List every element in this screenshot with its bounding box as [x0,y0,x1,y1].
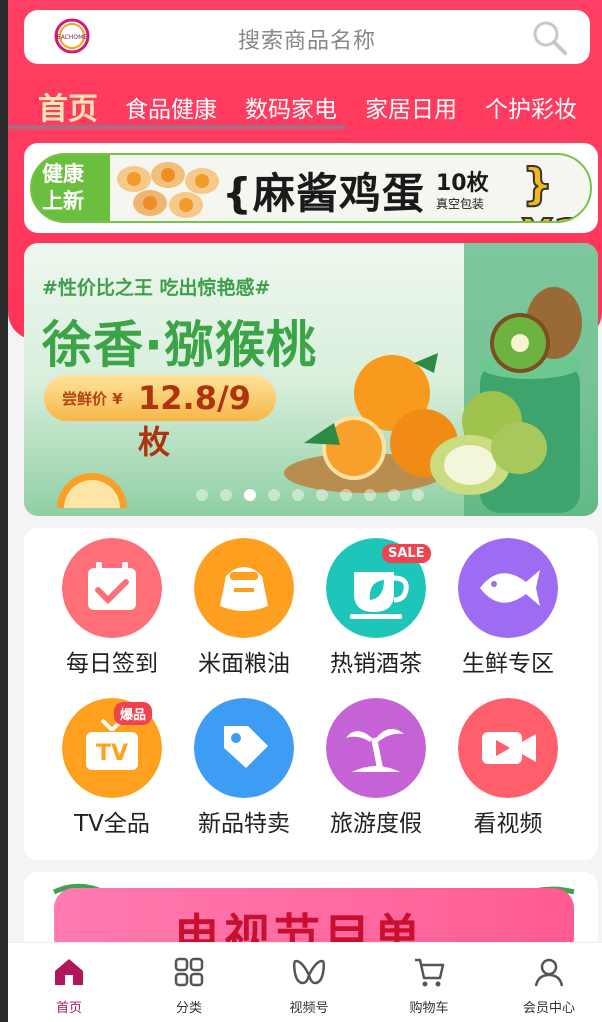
carousel-price-label: 尝鲜价 ¥ [62,390,123,408]
tab-personal-care[interactable]: 个护彩妆 [485,90,577,124]
tabbar-label: 会员中心 [522,1001,575,1016]
carousel-dot[interactable] [412,489,424,501]
app-screen: EACHOME 搜索商品名称 首页 食品健康 数码家电 家居日用 个护彩妆 健康… [8,0,602,1022]
carousel-dot[interactable] [388,489,400,501]
search-icon[interactable] [530,18,570,58]
grid-item-rice-oil[interactable]: 米面粮油 [180,538,300,688]
grid-label: 看视频 [473,811,543,837]
tabbar-home[interactable]: 首页 [8,943,128,1022]
carousel-dot[interactable] [244,489,256,501]
carousel-banner[interactable]: #性价比之王 吃出惊艳感# 徐香·猕猴桃 尝鲜价 ¥ 12.8/9枚 [24,243,598,516]
carousel-dot[interactable] [292,489,304,501]
sale-badge: SALE [382,544,431,563]
tab-underline [8,125,346,129]
video-play-icon [458,698,558,798]
grid-item-new-sale[interactable]: 新品特卖 [180,698,300,848]
grid-label: 米面粮油 [198,651,290,677]
calendar-check-icon [62,538,162,638]
tabbar-label: 分类 [175,1001,202,1016]
grid-icon [174,957,204,987]
tv-program-banner[interactable]: 电视节目单 [24,872,598,952]
grid-label: 新品特卖 [198,811,290,837]
grid-item-video[interactable]: 看视频 [444,698,564,848]
user-icon [534,958,564,987]
home-icon [55,959,83,985]
promo-tag-line2: 上新 [42,189,84,213]
shortcut-grid: 每日签到 米面粮油 SALE 热销酒茶 生鲜专区 TV 爆品 TV全品 新品特卖… [24,528,598,860]
grid-item-travel[interactable]: 旅游度假 [312,698,432,848]
tabbar-cart[interactable]: 购物车 [368,943,488,1022]
grid-item-tv[interactable]: TV 爆品 TV全品 [48,698,168,848]
carousel-dot[interactable] [340,489,352,501]
search-input[interactable]: 搜索商品名称 [24,23,590,55]
tabbar-channels[interactable]: 视频号 [248,943,368,1022]
grid-item-fresh[interactable]: 生鲜专区 [444,538,564,688]
carousel-dot[interactable] [268,489,280,501]
grid-label: 生鲜专区 [462,651,554,677]
carousel-price: 12.8/9枚 [138,379,251,461]
carousel-dot[interactable] [196,489,208,501]
channels-icon [292,959,326,985]
carousel-dot[interactable] [220,489,232,501]
grid-label: 旅游度假 [330,811,422,837]
tab-home-goods[interactable]: 家居日用 [365,90,457,124]
grid-label: 每日签到 [66,651,158,677]
orange-slice-image [57,473,127,508]
promo-title: {麻酱鸡蛋 [222,169,425,218]
svg-text:TV: TV [96,741,128,766]
carousel-dot[interactable] [316,489,328,501]
tab-digital-appliances[interactable]: 数码家电 [245,90,337,124]
carousel-hashtag: #性价比之王 吃出惊艳感# [42,277,271,299]
category-tabs: 首页 食品健康 数码家电 家居日用 个护彩妆 [8,80,602,130]
carousel-dot[interactable] [364,489,376,501]
promo-strip: 健康 上新 {麻酱鸡蛋 10枚 真空包装 }¥19.9 [30,153,592,223]
hot-badge: 爆品 [114,702,153,725]
promo-count: 10枚 [436,171,489,196]
promo-banner[interactable]: 健康 上新 {麻酱鸡蛋 10枚 真空包装 }¥19.9 [24,143,598,233]
grid-label: TV全品 [74,811,150,837]
egg-rolls-image [117,162,219,218]
tab-food-health[interactable]: 食品健康 [125,90,217,124]
promo-tag-line1: 健康 [42,162,84,186]
promo-tag: 健康 上新 [42,161,84,215]
tabbar-category[interactable]: 分类 [128,943,248,1022]
grid-item-daily-checkin[interactable]: 每日签到 [48,538,168,688]
grid-item-wine-tea[interactable]: SALE 热销酒茶 [312,538,432,688]
tabbar-label: 首页 [55,1001,82,1016]
price-tag-icon [194,698,294,798]
rice-sack-icon [194,538,294,638]
fruit-illustration [284,243,598,516]
fish-icon [458,538,558,638]
search-bar[interactable]: EACHOME 搜索商品名称 [24,10,590,64]
promo-price: }¥19.9 [521,158,590,221]
promo-subtitle: 真空包装 [436,197,485,211]
tabbar-label: 视频号 [289,1001,329,1016]
palm-tree-icon [326,698,426,798]
cart-icon [415,958,445,987]
bottom-tabbar: 首页 分类 视频号 购物车 会员中心 [8,942,602,1022]
tabbar-label: 购物车 [409,1001,449,1016]
grid-label: 热销酒茶 [330,651,422,677]
tabbar-member[interactable]: 会员中心 [488,943,602,1022]
carousel-price-box: 尝鲜价 ¥ 12.8/9枚 [44,375,276,461]
tab-home[interactable]: 首页 [38,84,98,128]
carousel-indicator [196,489,456,501]
